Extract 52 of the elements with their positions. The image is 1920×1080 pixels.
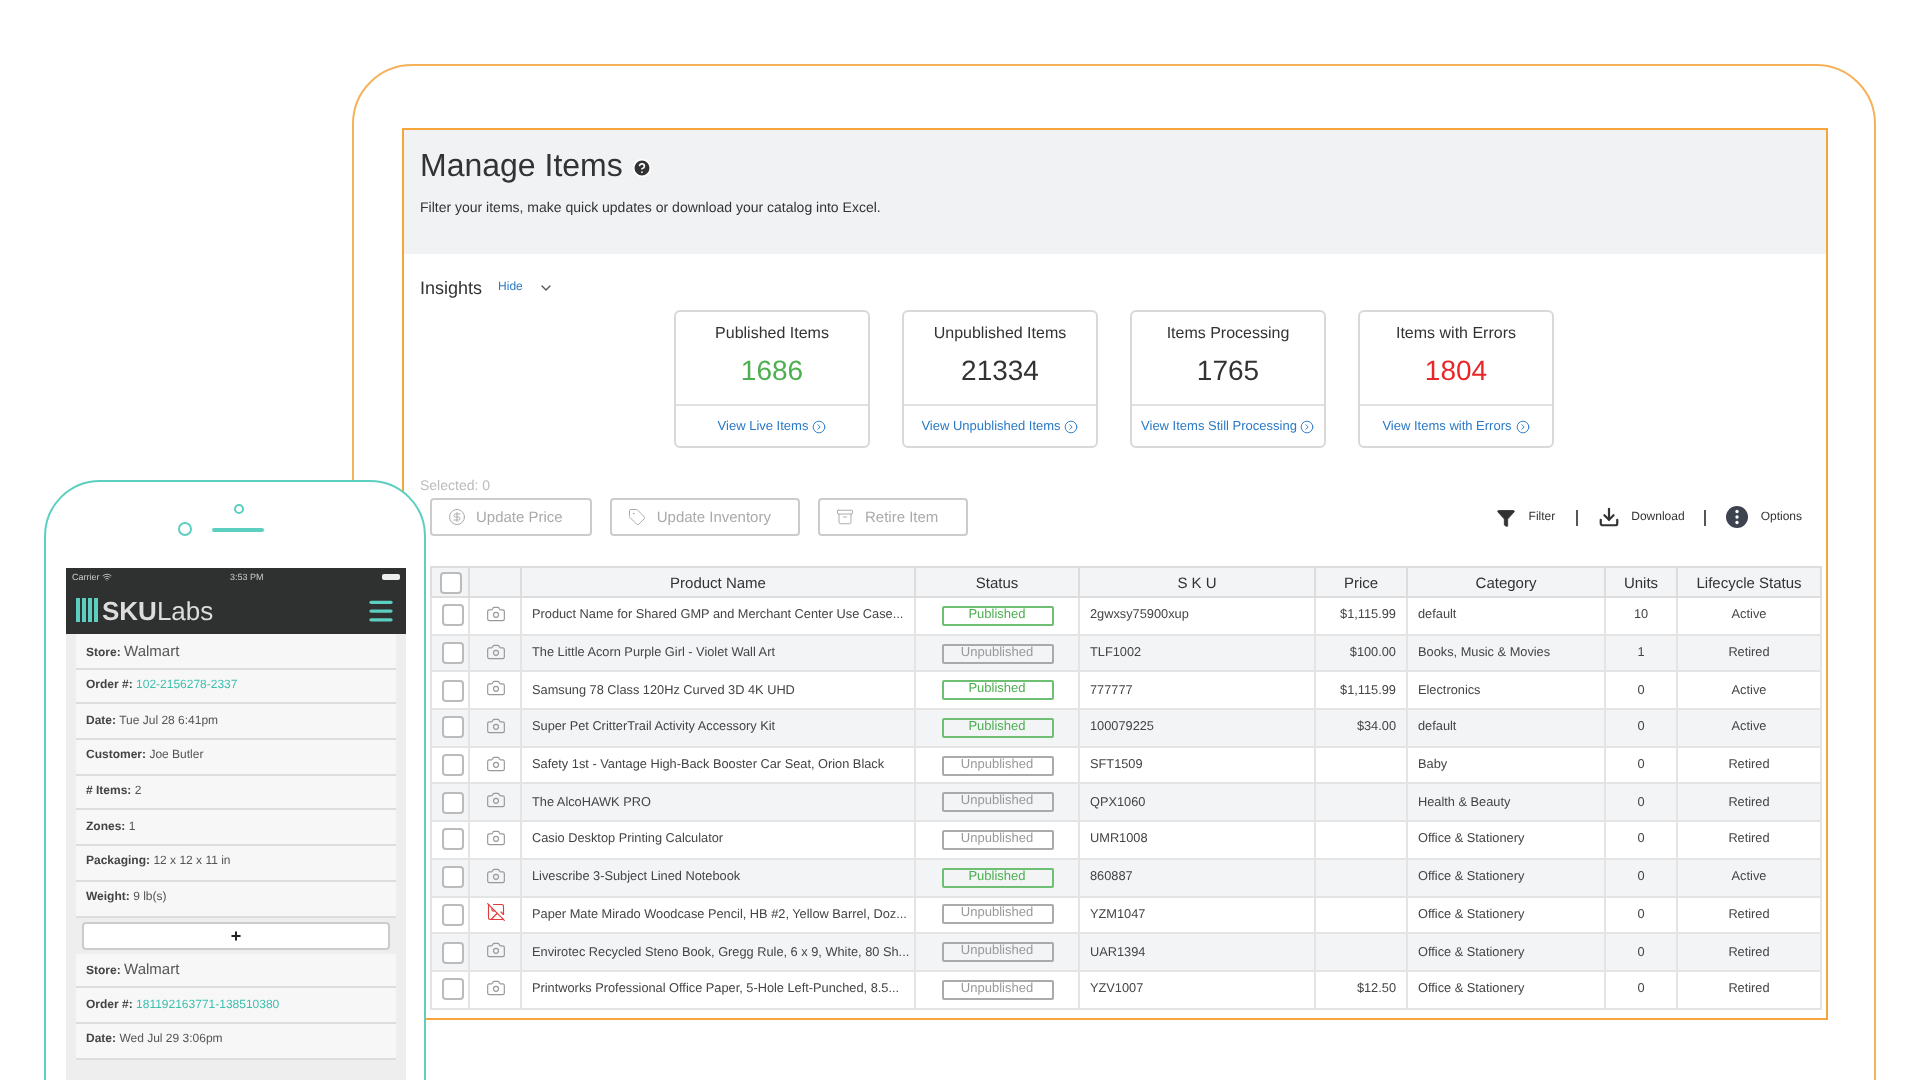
camera-icon [485,827,505,848]
chevron-right-icon [1515,419,1530,433]
camera-icon [485,678,505,699]
tag-icon [628,508,647,526]
stat-value: 1804 [1424,354,1488,386]
stat-label: Items with Errors [1395,324,1516,342]
camera-icon [485,790,505,811]
chevron-right-icon [1064,419,1079,433]
archive-icon [836,508,855,526]
options-icon [1726,506,1749,528]
phone-camera [178,522,192,536]
app-logo: SKULabs [102,595,214,625]
row-checkbox[interactable] [442,828,464,851]
page-title: Manage Items [420,150,623,186]
chevron-right-icon [1300,419,1315,433]
row-checkbox[interactable] [442,679,464,702]
stat-label: Published Items [715,324,829,342]
camera-icon [485,977,505,998]
stat-value: 1686 [740,354,804,386]
chevron-right-icon [812,419,827,433]
stat-label: Items Processing [1166,324,1290,342]
row-checkbox[interactable] [442,903,464,926]
add-button[interactable]: + [82,921,390,949]
dollar-icon [448,508,466,526]
row-checkbox[interactable] [442,791,464,814]
camera-icon [485,940,505,961]
logo-bars-icon [76,598,98,622]
row-checkbox[interactable] [442,604,464,627]
row-checkbox[interactable] [442,941,464,964]
row-checkbox[interactable] [442,716,464,739]
camera-icon [485,715,505,736]
camera-icon [485,753,505,774]
insights-title: Insights [420,278,483,298]
camera-icon [485,865,505,886]
broken-image-icon [485,902,505,923]
row-checkbox[interactable] [442,642,464,665]
phone-sensor [234,504,244,514]
camera-icon [485,641,505,662]
row-checkbox[interactable] [442,866,464,889]
menu-icon[interactable] [366,595,396,625]
help-icon[interactable] [632,158,653,178]
battery-icon [382,574,400,580]
stat-value: 1765 [1196,354,1260,386]
stat-value: 21334 [961,354,1039,386]
stat-label: Unpublished Items [933,324,1067,342]
download-icon [1597,506,1620,528]
select-all-checkbox[interactable] [439,571,461,593]
row-checkbox[interactable] [442,978,464,1001]
row-checkbox[interactable] [442,754,464,777]
filter-icon [1496,507,1517,527]
chevron-down-icon[interactable] [538,280,555,296]
camera-icon [485,603,505,624]
